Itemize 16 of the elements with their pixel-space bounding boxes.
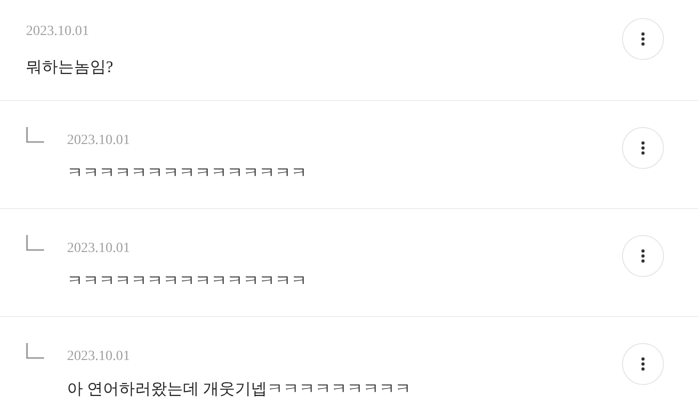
comment-text: 뭐하는놈임? <box>26 58 114 78</box>
comment-date: 2023.10.01 <box>67 348 131 366</box>
more-vertical-icon <box>641 32 645 46</box>
more-options-button[interactable] <box>622 127 664 169</box>
more-vertical-icon <box>641 249 645 263</box>
comment-text: ㅋㅋㅋㅋㅋㅋㅋㅋㅋㅋㅋㅋㅋㅋㅋ <box>67 164 308 184</box>
comment-date: 2023.10.01 <box>67 132 131 150</box>
comment-text: ㅋㅋㅋㅋㅋㅋㅋㅋㅋㅋㅋㅋㅋㅋㅋ <box>67 272 308 292</box>
more-vertical-icon <box>641 141 645 155</box>
more-options-button[interactable] <box>622 343 664 385</box>
more-options-button[interactable] <box>622 235 664 277</box>
more-vertical-icon <box>641 357 645 371</box>
comment-date: 2023.10.01 <box>26 23 90 41</box>
more-options-button[interactable] <box>622 18 664 60</box>
comment-text: 아 연어하러왔는데 개웃기넵ㅋㅋㅋㅋㅋㅋㅋㅋㅋ <box>67 380 412 400</box>
comment-date: 2023.10.01 <box>67 240 131 258</box>
